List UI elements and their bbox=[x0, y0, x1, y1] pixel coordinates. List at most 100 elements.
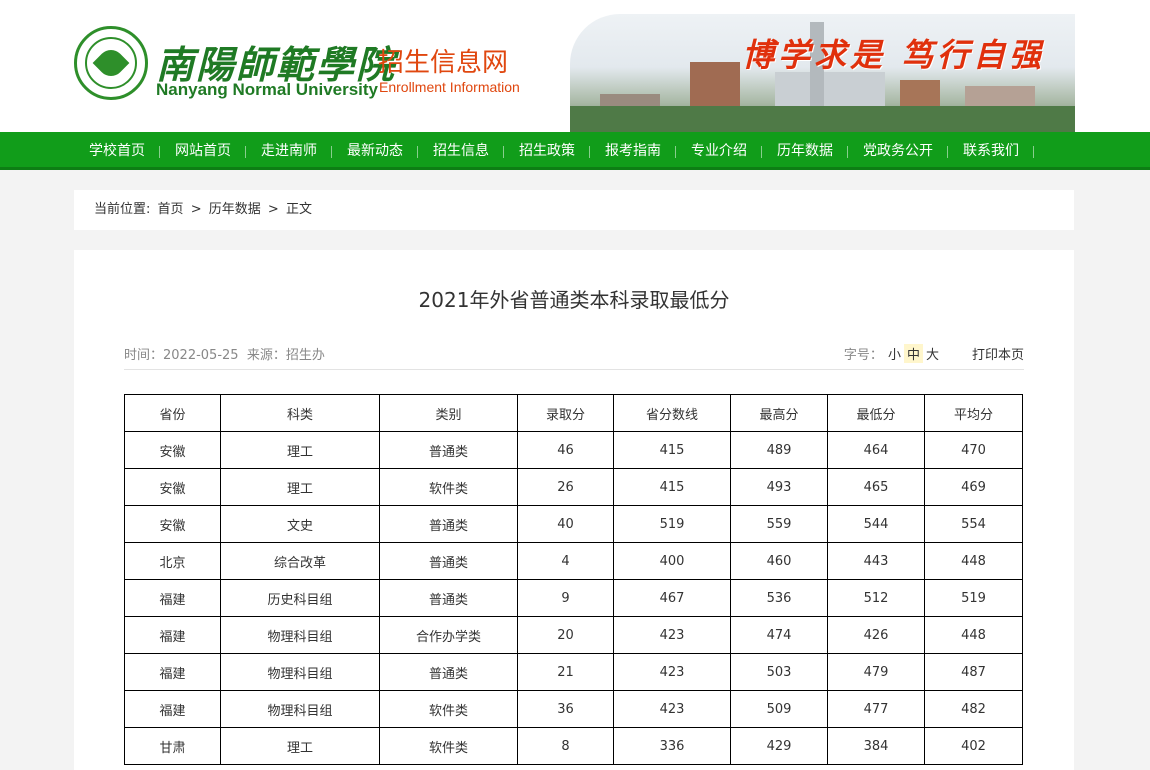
font-size-large-button[interactable]: 大 bbox=[923, 344, 942, 363]
nav-item-guide[interactable]: 报考指南 bbox=[590, 132, 676, 170]
university-logo-icon[interactable] bbox=[74, 26, 148, 100]
article-title: 2021年外省普通类本科录取最低分 bbox=[418, 288, 730, 312]
source-label: 来源： bbox=[246, 348, 286, 363]
font-size-medium-button[interactable]: 中 bbox=[903, 344, 923, 363]
breadcrumb-section-link[interactable]: 历年数据 bbox=[209, 202, 261, 217]
cell-province: 安徽 bbox=[124, 505, 221, 543]
column-header-average: 平均分 bbox=[924, 394, 1023, 432]
table-header-row: 省份 科类 类别 录取分 省分数线 最高分 最低分 平均分 bbox=[124, 394, 1023, 432]
cell-admitted: 40 bbox=[517, 505, 614, 543]
cell-lowest: 426 bbox=[827, 616, 925, 654]
nav-item-majors[interactable]: 专业介绍 bbox=[676, 132, 762, 170]
nav-item-school-home[interactable]: 学校首页 bbox=[74, 132, 160, 170]
cell-category: 软件类 bbox=[379, 727, 518, 765]
cell-province-line: 519 bbox=[613, 505, 731, 543]
cell-category: 普通类 bbox=[379, 653, 518, 691]
cell-province-line: 423 bbox=[613, 653, 731, 691]
cell-category: 普通类 bbox=[379, 579, 518, 617]
cell-highest: 489 bbox=[730, 431, 828, 469]
article-meta-info: 时间：2022-05-25 来源：招生办 bbox=[124, 344, 325, 363]
cell-highest: 493 bbox=[730, 468, 828, 506]
cell-province: 福建 bbox=[124, 579, 221, 617]
cell-subject: 文史 bbox=[220, 505, 380, 543]
cell-admitted: 9 bbox=[517, 579, 614, 617]
cell-lowest: 465 bbox=[827, 468, 925, 506]
breadcrumb-prefix: 当前位置: bbox=[94, 202, 151, 217]
cell-average: 554 bbox=[924, 505, 1023, 543]
cell-category: 合作办学类 bbox=[379, 616, 518, 654]
time-label: 时间： bbox=[124, 348, 164, 363]
main-nav: 学校首页 网站首页 走进南师 最新动态 招生信息 招生政策 报考指南 专业介绍 … bbox=[0, 132, 1150, 170]
cell-province-line: 415 bbox=[613, 431, 731, 469]
breadcrumb-current: 正文 bbox=[285, 202, 312, 217]
column-header-province: 省份 bbox=[124, 394, 221, 432]
cell-lowest: 512 bbox=[827, 579, 925, 617]
cell-highest: 429 bbox=[730, 727, 828, 765]
column-header-admitted: 录取分 bbox=[517, 394, 614, 432]
table-row: 福建 物理科目组 合作办学类 20 423 474 426 448 bbox=[124, 616, 1023, 654]
table-row: 福建 物理科目组 软件类 36 423 509 477 482 bbox=[124, 690, 1023, 728]
cell-highest: 536 bbox=[730, 579, 828, 617]
cell-province: 安徽 bbox=[124, 431, 221, 469]
cell-category: 软件类 bbox=[379, 690, 518, 728]
cell-lowest: 443 bbox=[827, 542, 925, 580]
site-title-cn: 招生信息网 bbox=[378, 48, 509, 78]
article-tools: 字号： 小 中 大 打印本页 bbox=[844, 344, 1024, 363]
cell-province-line: 423 bbox=[613, 690, 731, 728]
table-row: 安徽 文史 普通类 40 519 559 544 554 bbox=[124, 505, 1023, 543]
cell-average: 469 bbox=[924, 468, 1023, 506]
cell-province-line: 415 bbox=[613, 468, 731, 506]
breadcrumb: 当前位置: 首页 > 历年数据 > 正文 bbox=[74, 190, 1074, 230]
cell-subject: 理工 bbox=[220, 727, 380, 765]
cell-lowest: 544 bbox=[827, 505, 925, 543]
font-size-label: 字号： bbox=[843, 348, 883, 363]
table-row: 福建 物理科目组 普通类 21 423 503 479 487 bbox=[124, 653, 1023, 691]
nav-item-about[interactable]: 走进南师 bbox=[246, 132, 332, 170]
cell-admitted: 26 bbox=[517, 468, 614, 506]
font-size-small-button[interactable]: 小 bbox=[885, 344, 904, 363]
cell-admitted: 4 bbox=[517, 542, 614, 580]
table-row: 北京 综合改革 普通类 4 400 460 443 448 bbox=[124, 542, 1023, 580]
cell-average: 448 bbox=[924, 542, 1023, 580]
cell-province: 福建 bbox=[124, 653, 221, 691]
site-header: 南陽師範學院 Nanyang Normal University 招生信息网 E… bbox=[0, 0, 1150, 132]
cell-category: 普通类 bbox=[379, 542, 518, 580]
column-header-subject: 科类 bbox=[220, 394, 380, 432]
breadcrumb-home-link[interactable]: 首页 bbox=[158, 202, 184, 217]
cell-province: 福建 bbox=[124, 616, 221, 654]
nav-item-admission-info[interactable]: 招生信息 bbox=[418, 132, 504, 170]
publish-time: 2022-05-25 bbox=[163, 348, 239, 363]
cell-admitted: 8 bbox=[517, 727, 614, 765]
source-value: 招生办 bbox=[285, 348, 325, 363]
breadcrumb-separator: > bbox=[267, 202, 279, 217]
cell-subject: 理工 bbox=[220, 431, 380, 469]
cell-highest: 559 bbox=[730, 505, 828, 543]
article-panel: 2021年外省普通类本科录取最低分 时间：2022-05-25 来源：招生办 字… bbox=[74, 250, 1074, 770]
university-name-en: Nanyang Normal University bbox=[156, 80, 379, 99]
cell-average: 470 bbox=[924, 431, 1023, 469]
nav-item-site-home[interactable]: 网站首页 bbox=[160, 132, 246, 170]
nav-item-admission-policy[interactable]: 招生政策 bbox=[504, 132, 590, 170]
table-row: 福建 历史科目组 普通类 9 467 536 512 519 bbox=[124, 579, 1023, 617]
cell-province-line: 467 bbox=[613, 579, 731, 617]
column-header-lowest: 最低分 bbox=[827, 394, 925, 432]
column-header-highest: 最高分 bbox=[730, 394, 828, 432]
article-meta: 时间：2022-05-25 来源：招生办 字号： 小 中 大 打印本页 bbox=[124, 342, 1024, 370]
cell-average: 402 bbox=[924, 727, 1023, 765]
cell-subject: 物理科目组 bbox=[220, 616, 380, 654]
cell-category: 软件类 bbox=[379, 468, 518, 506]
cell-category: 普通类 bbox=[379, 505, 518, 543]
score-table: 省份 科类 类别 录取分 省分数线 最高分 最低分 平均分 安徽 理工 普通类 46 4… bbox=[124, 394, 1023, 765]
nav-item-public-affairs[interactable]: 党政务公开 bbox=[848, 132, 948, 170]
nav-item-history-data[interactable]: 历年数据 bbox=[762, 132, 848, 170]
cell-average: 448 bbox=[924, 616, 1023, 654]
cell-subject: 物理科目组 bbox=[220, 690, 380, 728]
nav-item-news[interactable]: 最新动态 bbox=[332, 132, 418, 170]
cell-lowest: 384 bbox=[827, 727, 925, 765]
cell-subject: 物理科目组 bbox=[220, 653, 380, 691]
print-page-link[interactable]: 打印本页 bbox=[972, 344, 1024, 363]
cell-subject: 历史科目组 bbox=[220, 579, 380, 617]
nav-item-contact[interactable]: 联系我们 bbox=[948, 132, 1034, 170]
site-title-en: Enrollment Information bbox=[379, 79, 520, 95]
cell-province: 安徽 bbox=[124, 468, 221, 506]
